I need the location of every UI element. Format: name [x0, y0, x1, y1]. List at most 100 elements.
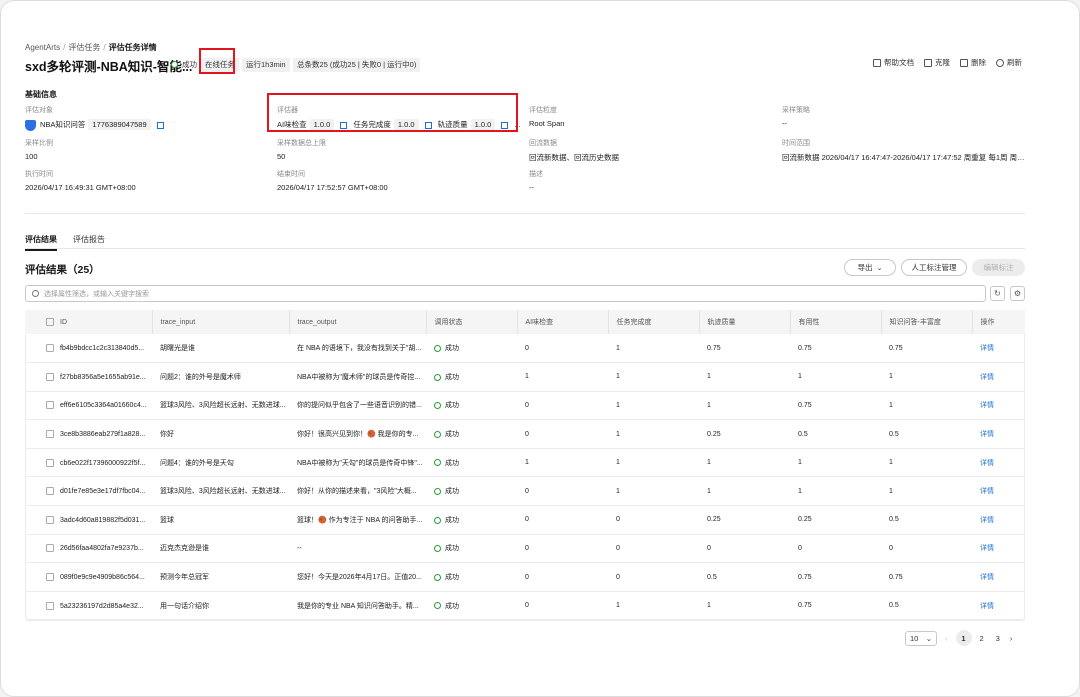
pagination: 10 ⌄ ‹ 1 2 3 › [905, 630, 1012, 646]
table-row[interactable]: d01fe7e85e3e17df7fbc04... 篮球3风险、3风险超长远射、无… [25, 477, 1025, 506]
detail-link[interactable]: 详情 [972, 334, 1025, 363]
search-placeholder: 选择属性筛选，或输入关键字搜索 [44, 290, 149, 298]
row-id: eff6e6105c3364a01660c4... [60, 402, 147, 410]
col-task-completion: 任务完成度 [608, 310, 700, 334]
status-text: 成功 [445, 431, 459, 439]
row-id: 26d56faa4802fa7e9237b... [60, 545, 144, 553]
breadcrumb-mid[interactable]: 评估任务 [68, 43, 100, 52]
cell-rich: 1 [889, 459, 893, 467]
settings-button[interactable]: ⚙ [1010, 286, 1025, 301]
cell-task: 1 [616, 373, 620, 381]
prev-page-icon[interactable]: ‹ [945, 634, 948, 643]
detail-link[interactable]: 详情 [972, 420, 1025, 449]
tab-report[interactable]: 评估报告 [73, 234, 105, 245]
row-checkbox[interactable] [46, 430, 54, 439]
detail-link[interactable]: 详情 [972, 448, 1025, 477]
detail-link[interactable]: 详情 [972, 534, 1025, 563]
granularity-label: 评估粒度 [529, 107, 557, 114]
row-checkbox[interactable] [46, 573, 54, 582]
table-row[interactable]: 5a23236197d2d85a4e32... 用一句话介绍你 我是你的专业 NBA… [25, 591, 1025, 620]
cell-output: NBA中被称为"天勾"的球员是传奇中锋"... [297, 459, 423, 467]
select-all-checkbox[interactable] [46, 318, 54, 326]
cell-task: 1 [616, 401, 620, 409]
time-range-value: 回流新数据 2026/04/17 16:47:47-2026/04/17 17:… [782, 153, 1025, 162]
cell-id: 5a23236197d2d85a4e32... [25, 591, 152, 620]
row-checkbox[interactable] [46, 458, 54, 467]
detail-link[interactable]: 详情 [972, 391, 1025, 420]
refresh-icon: ↻ [994, 289, 1001, 298]
cell-useful: 0.75 [798, 573, 812, 581]
breadcrumb-root[interactable]: AgentArts [25, 43, 60, 52]
page-size-select[interactable]: 10 ⌄ [905, 630, 937, 646]
end-time-value: 2026/04/17 17:52:57 GMT+08:00 [277, 183, 388, 192]
cell-output: 篮球！🏀 作为专注于 NBA 的问答助手... [297, 516, 423, 524]
page-2[interactable]: 2 [980, 634, 984, 643]
cell-traj: 0.5 [707, 573, 717, 581]
cell-rich: 1 [889, 401, 893, 409]
page-1[interactable]: 1 [955, 630, 972, 646]
cell-ai: 0 [525, 344, 529, 352]
cell-rich: 1 [889, 373, 893, 381]
row-checkbox[interactable] [46, 601, 54, 610]
clone-button[interactable]: 克隆 [924, 57, 950, 68]
cell-input: 胡曙光是谁 [160, 345, 195, 353]
search-input[interactable]: 选择属性筛选，或输入关键字搜索 [25, 285, 986, 302]
cell-rich: 0 [889, 544, 893, 552]
row-id: 3adc4d60a819882f5d031... [60, 516, 146, 524]
detail-link[interactable]: 详情 [972, 477, 1025, 506]
manual-annotation-button[interactable]: 人工标注管理 [901, 259, 967, 276]
row-checkbox[interactable] [46, 372, 54, 381]
desc-label: 描述 [529, 171, 543, 178]
eval-object-value: NBA知识问答 17763890475​89 [25, 119, 164, 131]
row-checkbox[interactable] [46, 344, 54, 353]
highlight-box-online [199, 48, 235, 74]
cell-id: 089f0e9c9e4909b86c564... [25, 563, 152, 592]
page-3[interactable]: 3 [996, 634, 1000, 643]
status-text: 成功 [445, 373, 459, 381]
table-row[interactable]: eff6e6105c3364a01660c4... 篮球3风险、3风险超长远射、无… [25, 391, 1025, 420]
max-count-value: 50 [277, 152, 286, 161]
detail-link[interactable]: 详情 [972, 563, 1025, 592]
next-page-icon[interactable]: › [1010, 634, 1013, 643]
table-row[interactable]: 3adc4d60a819882f5d031... 篮球 篮球！🏀 作为专注于 NBA… [25, 506, 1025, 535]
cell-useful: 1 [798, 459, 802, 467]
help-doc-button[interactable]: 帮助文档 [873, 57, 914, 68]
cell-id: d01fe7e85e3e17df7fbc04... [25, 477, 152, 506]
chevron-down-icon: ⌄ [925, 633, 932, 643]
table-row[interactable]: 089f0e9c9e4909b86c564... 预测今年总冠军 您好！今天是202… [25, 563, 1025, 592]
eval-object-label: 评估对象 [25, 107, 53, 114]
external-link-icon[interactable] [156, 121, 164, 129]
refresh-table-button[interactable]: ↻ [990, 286, 1005, 301]
edit-annotation-button[interactable]: 编辑标注 [972, 259, 1025, 276]
ratio-value: 100 [25, 152, 38, 161]
row-checkbox[interactable] [46, 487, 54, 496]
table-row[interactable]: fb4b9bdcc1c2c313840d5... 胡曙光是谁 在 NBA 的语境下，… [25, 334, 1025, 363]
table-row[interactable]: f27bb8356a5e1655ab91e... 问题2：谁的外号是魔术师 NBA中… [25, 363, 1025, 392]
detail-link[interactable]: 详情 [972, 591, 1025, 620]
table-row[interactable]: cb6e022f17396000922f5f... 问题4：谁的外号是天勾 NBA中… [25, 448, 1025, 477]
row-checkbox[interactable] [46, 544, 54, 553]
cell-input: 迈克杰克逊是谁 [160, 545, 209, 553]
cell-output: NBA中被称为"魔术师"的球员是传奇控... [297, 373, 421, 381]
results-table: ID trace_input trace_output 调用状态 AI味检查 任… [25, 310, 1025, 620]
table-row[interactable]: 26d56faa4802fa7e9237b... 迈克杰克逊是谁 -- 成功 0 0 0 0 0… [25, 534, 1025, 563]
detail-link[interactable]: 详情 [972, 363, 1025, 392]
refresh-button[interactable]: 刷新 [996, 57, 1022, 68]
cell-task: 1 [616, 430, 620, 438]
export-button[interactable]: 导出 ⌄ [844, 259, 896, 276]
cell-rich: 0.75 [889, 344, 903, 352]
col-id: ID [25, 310, 153, 334]
cell-input: 你好 [160, 431, 174, 439]
table-row[interactable]: 3ce8b3886eab279f1a828... 你好 你好！很高兴见到你！🏀 我是… [25, 420, 1025, 449]
tab-results[interactable]: 评估结果 [25, 234, 57, 251]
delete-button[interactable]: 删除 [960, 57, 986, 68]
status-text: 成功 [182, 60, 197, 69]
cell-task: 1 [616, 602, 620, 610]
detail-link[interactable]: 详情 [972, 506, 1025, 535]
cell-ai: 1 [525, 373, 529, 381]
row-checkbox[interactable] [46, 401, 54, 410]
col-trace-output: trace_output [289, 310, 427, 334]
row-checkbox[interactable] [46, 515, 54, 524]
cell-output: 你好！很高兴见到你！🏀 我是你的专... [297, 431, 419, 439]
header-actions: 帮助文档 克隆 删除 刷新 [873, 57, 1022, 68]
